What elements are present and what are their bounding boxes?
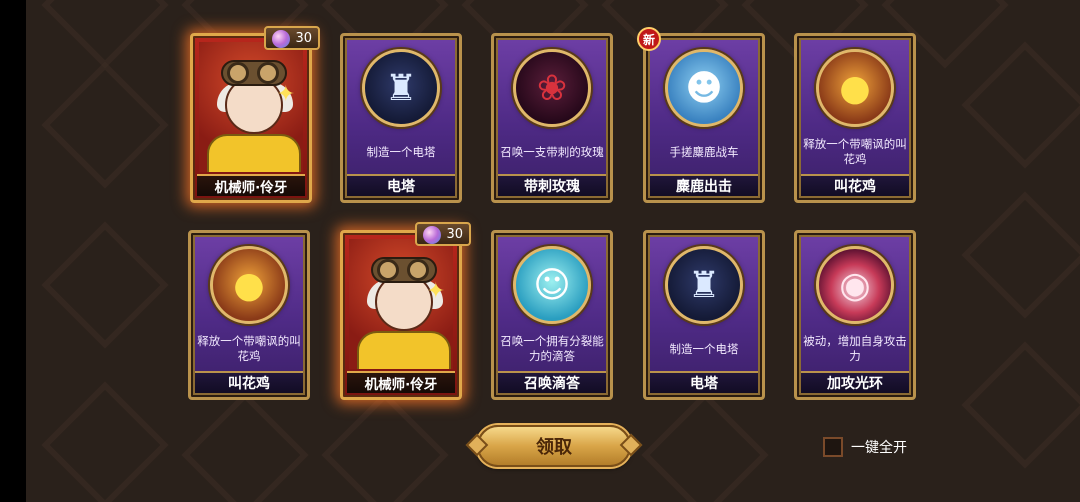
open-all-toggle[interactable]: 一键全开 bbox=[823, 436, 907, 458]
card-name: 带刺玫瑰 bbox=[498, 174, 606, 196]
card-skill-chick[interactable]: ● 释放一个带嘲讽的叫花鸡 叫花鸡 bbox=[794, 33, 916, 203]
claim-button-label: 领取 bbox=[536, 437, 572, 458]
card-name: 叫花鸡 bbox=[195, 371, 303, 393]
hero-portrait: ✦ bbox=[199, 42, 303, 172]
chariot-icon: ☻ bbox=[665, 49, 743, 127]
card-name: 机械师·伶牙 bbox=[197, 174, 305, 196]
card-skill-rose[interactable]: ❀ 召唤一支带刺的玫瑰 带刺玫瑰 bbox=[491, 33, 613, 203]
chick-icon: ● bbox=[210, 246, 288, 324]
card-name: 麋鹿出击 bbox=[650, 174, 758, 196]
slime-icon: ☺ bbox=[513, 246, 591, 324]
gem-icon bbox=[272, 30, 290, 48]
open-all-label: 一键全开 bbox=[851, 440, 907, 456]
card-description: 召唤一支带刺的玫瑰 bbox=[500, 144, 604, 159]
claim-button[interactable]: 领取 bbox=[465, 425, 643, 467]
card-name: 召唤滴答 bbox=[498, 371, 606, 393]
cost-badge: 30 bbox=[264, 26, 320, 50]
card-name: 加攻光环 bbox=[801, 371, 909, 393]
aura-icon: ◉ bbox=[816, 246, 894, 324]
cost-badge: 30 bbox=[415, 222, 471, 246]
cost-value: 30 bbox=[295, 30, 312, 46]
gem-icon bbox=[423, 226, 441, 244]
card-hero-mechanic[interactable]: ✦ 机械师·伶牙 bbox=[190, 33, 312, 203]
chick-icon: ● bbox=[816, 49, 894, 127]
tower-icon: ♜ bbox=[362, 49, 440, 127]
open-all-checkbox[interactable] bbox=[823, 437, 843, 457]
card-skill-chick[interactable]: ● 释放一个带嘲讽的叫花鸡 叫花鸡 bbox=[188, 230, 310, 400]
left-edge-bar bbox=[0, 0, 26, 502]
card-skill-tower[interactable]: ♜ 制造一个电塔 电塔 bbox=[340, 33, 462, 203]
card-description: 制造一个电塔 bbox=[366, 144, 436, 159]
card-description: 制造一个电塔 bbox=[669, 341, 739, 356]
card-description: 被动，增加自身攻击力 bbox=[803, 334, 907, 363]
new-badge: 新 bbox=[637, 27, 661, 51]
card-name: 机械师·伶牙 bbox=[347, 371, 455, 393]
tower-icon: ♜ bbox=[665, 246, 743, 324]
card-name: 叫花鸡 bbox=[801, 174, 909, 196]
card-description: 释放一个带嘲讽的叫花鸡 bbox=[803, 137, 907, 166]
hero-portrait: ✦ bbox=[349, 239, 453, 369]
rose-icon: ❀ bbox=[513, 49, 591, 127]
card-name: 电塔 bbox=[347, 174, 455, 196]
card-hero-mechanic[interactable]: ✦ 机械师·伶牙 bbox=[340, 230, 462, 400]
card-skill-chariot[interactable]: ☻ 手搓麋鹿战车 麋鹿出击 bbox=[643, 33, 765, 203]
card-skill-aura[interactable]: ◉ 被动，增加自身攻击力 加攻光环 bbox=[794, 230, 916, 400]
card-skill-tower[interactable]: ♜ 制造一个电塔 电塔 bbox=[643, 230, 765, 400]
card-name: 电塔 bbox=[650, 371, 758, 393]
cost-value: 30 bbox=[446, 226, 463, 242]
card-skill-slime[interactable]: ☺ 召唤一个拥有分裂能力的滴答 召唤滴答 bbox=[491, 230, 613, 400]
card-description: 释放一个带嘲讽的叫花鸡 bbox=[197, 334, 301, 363]
card-description: 召唤一个拥有分裂能力的滴答 bbox=[500, 334, 604, 363]
card-description: 手搓麋鹿战车 bbox=[669, 144, 739, 159]
